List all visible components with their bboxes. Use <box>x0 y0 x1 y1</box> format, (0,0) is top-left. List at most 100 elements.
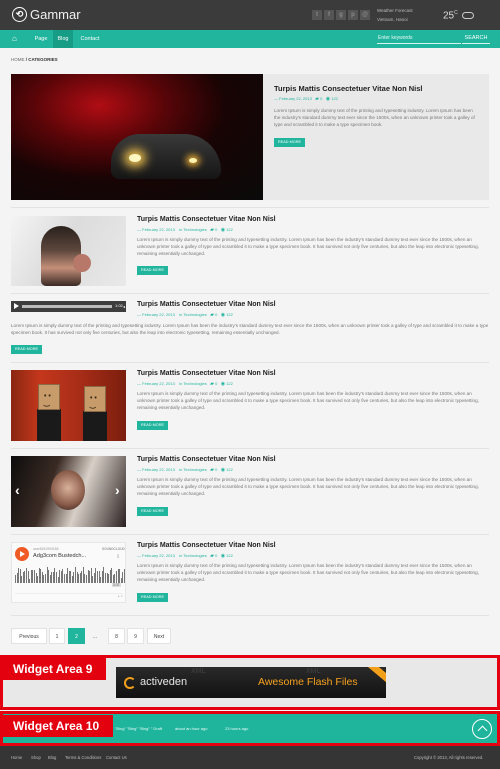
audio-player[interactable]: 1:02 ◂ <box>11 301 126 312</box>
pagination-page-active[interactable]: 2 <box>68 628 85 644</box>
nav-item-blog[interactable]: Blog <box>53 30 73 48</box>
pagination-page[interactable]: 8 <box>108 628 125 644</box>
read-more-button[interactable]: READ MORE <box>137 593 168 602</box>
waveform-bar <box>123 569 125 583</box>
post-category[interactable]: Technologies <box>183 312 206 317</box>
slider-prev-icon[interactable]: ‹ <box>15 482 20 498</box>
soundcloud-brand[interactable]: SOUNDCLOUD <box>102 547 125 551</box>
ad-banner[interactable]: XML XML activeden Awesome Flash Files <box>116 667 386 698</box>
footer-link-blog[interactable]: Blog <box>48 755 56 760</box>
nav-item-page[interactable]: Page <box>30 30 52 48</box>
soundcloud-time: 3:37 <box>112 583 121 587</box>
facebook-icon[interactable]: f <box>324 10 334 20</box>
post-date: February 22, 2013 <box>142 227 175 232</box>
slider-next-icon[interactable]: › <box>115 482 120 498</box>
footer-link-shop[interactable]: Shop <box>31 755 41 760</box>
post-title[interactable]: Turpis Mattis Consectetuer Vitae Non Nis… <box>137 456 276 463</box>
headlight <box>129 154 141 162</box>
post-thumbnail[interactable]: • • ‿ • • ‿ <box>11 370 126 441</box>
post-slider[interactable]: ‹ › <box>11 456 126 527</box>
featured-meta: — February 22, 2013 ▰ 0 ◉ 122 <box>274 96 338 102</box>
read-more-button[interactable]: READ MORE <box>137 421 168 430</box>
post-excerpt: Lorem Ipsum is simply dummy text of the … <box>137 563 479 582</box>
volume-icon[interactable]: ◂ <box>123 304 125 309</box>
post-category[interactable]: Technologies <box>183 467 206 472</box>
search-button[interactable]: SEARCH <box>462 33 490 44</box>
banner-bg-text: XML <box>191 668 206 675</box>
temperature-unit: C <box>454 10 458 16</box>
photo-figure <box>37 409 61 441</box>
audio-progress-track[interactable] <box>22 305 112 308</box>
pagination-next[interactable]: Next <box>147 628 171 644</box>
footer-link-terms[interactable]: Terms & Conditions <box>65 755 101 760</box>
post-meta: — February 22, 2013 in Technologies ▰ 0 … <box>137 553 233 559</box>
post-excerpt: Lorem Ipsum is simply dummy text of the … <box>137 237 479 256</box>
divider <box>11 362 489 363</box>
post-category[interactable]: Technologies <box>183 553 206 558</box>
eye-icon: ◉ <box>325 96 331 102</box>
post-excerpt: Lorem Ipsum is simply dummy text of the … <box>11 323 489 335</box>
post-title[interactable]: Turpis Mattis Consectetuer Vitae Non Nis… <box>137 301 276 308</box>
google-plus-icon[interactable]: g <box>336 10 346 20</box>
email-icon[interactable]: @ <box>360 10 370 20</box>
play-icon[interactable] <box>15 547 29 561</box>
soundcloud-player[interactable]: user8151993186 Adg3com Bustedch... SOUND… <box>11 542 126 603</box>
post-category[interactable]: Technologies <box>183 227 206 232</box>
post-thumbnail[interactable] <box>11 216 126 286</box>
tweet-time: about an hour ago <box>175 726 208 731</box>
photo-figure: • • ‿ <box>38 384 60 410</box>
eye-icon: ◉ <box>220 381 226 387</box>
widget-area-label: Widget Area 10 <box>3 715 114 737</box>
featured-title[interactable]: Turpis Mattis Consectetuer Vitae Non Nis… <box>274 84 423 93</box>
nav-item-contact[interactable]: Contact <box>75 30 105 48</box>
read-more-button[interactable]: READ MORE <box>274 138 305 147</box>
soundcloud-track[interactable]: Adg3com Bustedch... <box>33 553 86 559</box>
search-input[interactable] <box>377 33 461 44</box>
smiley-face: • • ‿ <box>90 395 97 409</box>
weather-location: Vietnam, Hanoi <box>377 17 408 22</box>
comment-icon: ▰ <box>210 467 214 473</box>
footer-link-contact[interactable]: Contact Us <box>106 755 127 760</box>
breadcrumb-home[interactable]: HOME <box>11 57 25 62</box>
pagination-page[interactable]: 1 <box>49 628 65 644</box>
read-more-button[interactable]: READ MORE <box>137 507 168 516</box>
eye-icon: ◉ <box>220 553 226 559</box>
share-icon[interactable]: ⇪ <box>116 554 120 560</box>
logo-text: Gammar <box>30 7 81 22</box>
post-date: February 22, 2013 <box>279 96 312 101</box>
pagination-previous[interactable]: Previous <box>11 628 47 644</box>
footer-link-home[interactable]: Home <box>11 755 22 760</box>
divider <box>11 448 489 449</box>
site-footer: Home Shop Blog Terms & Conditions Contac… <box>0 746 500 769</box>
tweet-text[interactable]: "Bing" "Bing" "Bing" " Draft <box>115 726 162 731</box>
post-category[interactable]: Technologies <box>183 381 206 386</box>
post-title[interactable]: Turpis Mattis Consectetuer Vitae Non Nis… <box>137 542 276 549</box>
eye-icon: ◉ <box>220 467 226 473</box>
pinterest-icon[interactable]: p <box>348 10 358 20</box>
banner-tagline: Awesome Flash Files <box>258 676 358 688</box>
post-title[interactable]: Turpis Mattis Consectetuer Vitae Non Nis… <box>137 216 276 223</box>
view-count: 122 <box>331 96 338 101</box>
read-more-button[interactable]: READ MORE <box>137 266 168 275</box>
view-count: 122 <box>226 553 233 558</box>
read-more-button[interactable]: READ MORE <box>11 345 42 354</box>
waveform[interactable] <box>15 567 125 583</box>
banner-bg-text: XML <box>306 668 321 675</box>
soundcloud-user[interactable]: user8151993186 <box>33 547 58 551</box>
headlight <box>189 158 197 163</box>
home-icon[interactable]: ⌂ <box>12 34 22 44</box>
eye-icon: ◉ <box>220 227 226 233</box>
post-title[interactable]: Turpis Mattis Consectetuer Vitae Non Nis… <box>137 370 276 377</box>
play-icon[interactable] <box>14 303 19 309</box>
car-shape <box>111 134 221 179</box>
featured-image[interactable] <box>11 74 263 200</box>
divider <box>11 615 489 616</box>
post-date: February 22, 2013 <box>142 312 175 317</box>
widget-area-10: Widget Area 10 "Bing" "Bing" "Bing" " Dr… <box>0 711 500 746</box>
site-logo[interactable]: ⟲ Gammar <box>12 7 81 22</box>
twitter-icon[interactable]: t <box>312 10 322 20</box>
pagination-page[interactable]: 9 <box>127 628 144 644</box>
post-excerpt: Lorem Ipsum is simply dummy text of the … <box>137 391 479 410</box>
divider <box>11 293 489 294</box>
scroll-top-button[interactable] <box>472 719 492 739</box>
